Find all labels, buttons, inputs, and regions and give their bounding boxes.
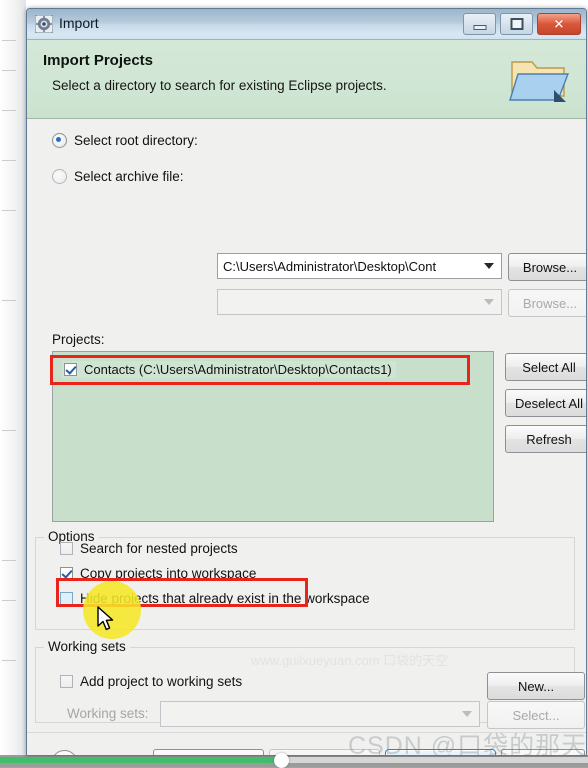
working-sets-group-title: Working sets <box>44 639 130 654</box>
close-icon: ✕ <box>553 16 565 32</box>
radio-select-archive-file[interactable] <box>52 169 67 184</box>
chevron-down-icon <box>484 263 494 269</box>
option-search-nested-row[interactable]: Search for nested projects <box>60 541 238 556</box>
cancel-button[interactable]: Cancel <box>501 749 585 755</box>
add-to-working-sets-row[interactable]: Add project to working sets <box>60 674 242 689</box>
bottom-progress-bar[interactable] <box>0 753 588 768</box>
browse-archive-button: Browse... <box>508 289 586 317</box>
select-working-set-button: Select... <box>487 701 585 729</box>
checkbox-hide-existing-projects[interactable] <box>60 592 73 605</box>
select-all-button[interactable]: Select All <box>505 353 586 381</box>
finish-button[interactable]: Finish <box>385 749 496 755</box>
import-dialog: Import ✕ Import Projects Select a direct… <box>26 8 587 756</box>
progress-fill <box>0 757 280 763</box>
working-sets-combo <box>160 701 480 727</box>
page-subtitle: Select a directory to search for existin… <box>52 78 387 93</box>
working-sets-field-label: Working sets: <box>67 706 149 721</box>
checkbox-search-nested-projects[interactable] <box>60 542 73 555</box>
gear-icon <box>34 14 54 34</box>
chevron-down-icon-working-sets <box>462 711 472 717</box>
option-copy-projects-row[interactable]: Copy projects into workspace <box>60 566 256 581</box>
page-title: Import Projects <box>43 52 154 69</box>
help-button[interactable]: ? <box>51 750 78 755</box>
projects-label: Projects: <box>52 332 105 347</box>
archive-file-radio-row[interactable]: Select archive file: <box>52 169 184 184</box>
projects-list[interactable]: Contacts (C:\Users\Administrator\Desktop… <box>52 351 494 522</box>
radio-select-root-directory[interactable] <box>52 133 67 148</box>
checkbox-copy-projects-into-workspace[interactable] <box>60 567 73 580</box>
background-window-strip <box>0 0 26 767</box>
wizard-header: Import Projects Select a directory to se… <box>27 40 586 119</box>
chevron-down-icon-archive <box>484 299 494 305</box>
project-checkbox[interactable] <box>64 363 77 376</box>
maximize-button[interactable] <box>500 13 533 35</box>
project-name: Contacts (C:\Users\Administrator\Desktop… <box>84 362 392 377</box>
checkbox-add-project-to-working-sets[interactable] <box>60 675 73 688</box>
add-to-working-sets-label: Add project to working sets <box>80 674 243 689</box>
archive-file-combo <box>217 289 502 315</box>
root-directory-combo[interactable]: C:\Users\Administrator\Desktop\Cont <box>217 253 502 279</box>
title-bar: Import ✕ <box>27 9 586 40</box>
minimize-button[interactable] <box>463 13 496 35</box>
open-folder-import-icon <box>508 50 570 108</box>
option-search-nested-label: Search for nested projects <box>80 541 238 556</box>
option-copy-projects-label: Copy projects into workspace <box>80 566 257 581</box>
root-directory-radio-row[interactable]: Select root directory: <box>52 133 198 148</box>
dialog-footer: ? < Back Next > Finish Cancel <box>27 732 586 755</box>
browse-directory-button[interactable]: Browse... <box>508 253 586 281</box>
window-title: Import <box>59 15 99 31</box>
dialog-body: Select root directory: C:\Users\Administ… <box>27 119 586 755</box>
list-item[interactable]: Contacts (C:\Users\Administrator\Desktop… <box>62 361 396 378</box>
root-directory-value: C:\Users\Administrator\Desktop\Cont <box>223 258 437 274</box>
archive-file-label: Select archive file: <box>74 169 184 184</box>
refresh-button[interactable]: Refresh <box>505 425 586 453</box>
window-controls: ✕ <box>463 13 581 35</box>
deselect-all-button[interactable]: Deselect All <box>505 389 586 417</box>
back-button[interactable]: < Back <box>153 749 264 755</box>
progress-handle[interactable] <box>274 753 289 768</box>
root-directory-label: Select root directory: <box>74 133 198 148</box>
mouse-cursor-icon <box>97 606 114 631</box>
close-button[interactable]: ✕ <box>537 13 581 35</box>
new-working-set-button[interactable]: New... <box>487 672 585 700</box>
